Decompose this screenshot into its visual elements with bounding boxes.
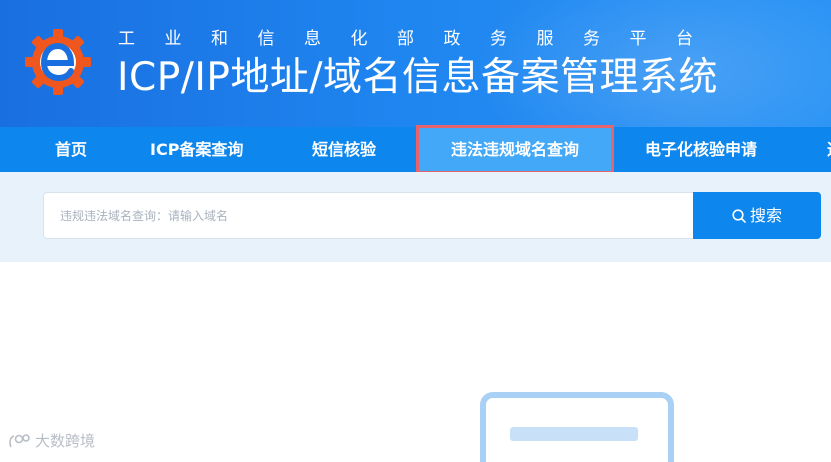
main-nav: 首页 ICP备案查询 短信核验 违法违规域名查询 电子化核验申请 违 <box>0 125 831 174</box>
header-banner: 工业和信息化部政务服务平台 ICP/IP地址/域名信息备案管理系统 <box>0 0 831 127</box>
document-illustration <box>480 392 674 462</box>
nav-item-icp-query[interactable]: ICP备案查询 <box>150 127 243 172</box>
search-icon <box>732 209 746 223</box>
search-input[interactable] <box>44 193 680 238</box>
watermark-text: 大数跨境 <box>35 432 96 450</box>
watermark: 大数跨境 <box>8 430 95 451</box>
page-title: ICP/IP地址/域名信息备案管理系统 <box>117 55 719 100</box>
nav-item-electronic-verify[interactable]: 电子化核验申请 <box>645 127 757 172</box>
nav-item-illegal-domain-query[interactable]: 违法违规域名查询 <box>416 125 614 174</box>
search-button[interactable]: 搜索 <box>693 192 821 239</box>
search-box <box>43 192 693 239</box>
nav-item-home[interactable]: 首页 <box>55 127 87 172</box>
nav-item-sms-verify[interactable]: 短信核验 <box>312 127 376 172</box>
search-section: 搜索 <box>0 172 831 262</box>
nav-item-cutoff[interactable]: 违 <box>827 127 831 172</box>
gear-e-logo-icon <box>25 29 91 95</box>
brand-logo-icon <box>9 434 30 448</box>
search-button-label: 搜索 <box>749 206 782 225</box>
